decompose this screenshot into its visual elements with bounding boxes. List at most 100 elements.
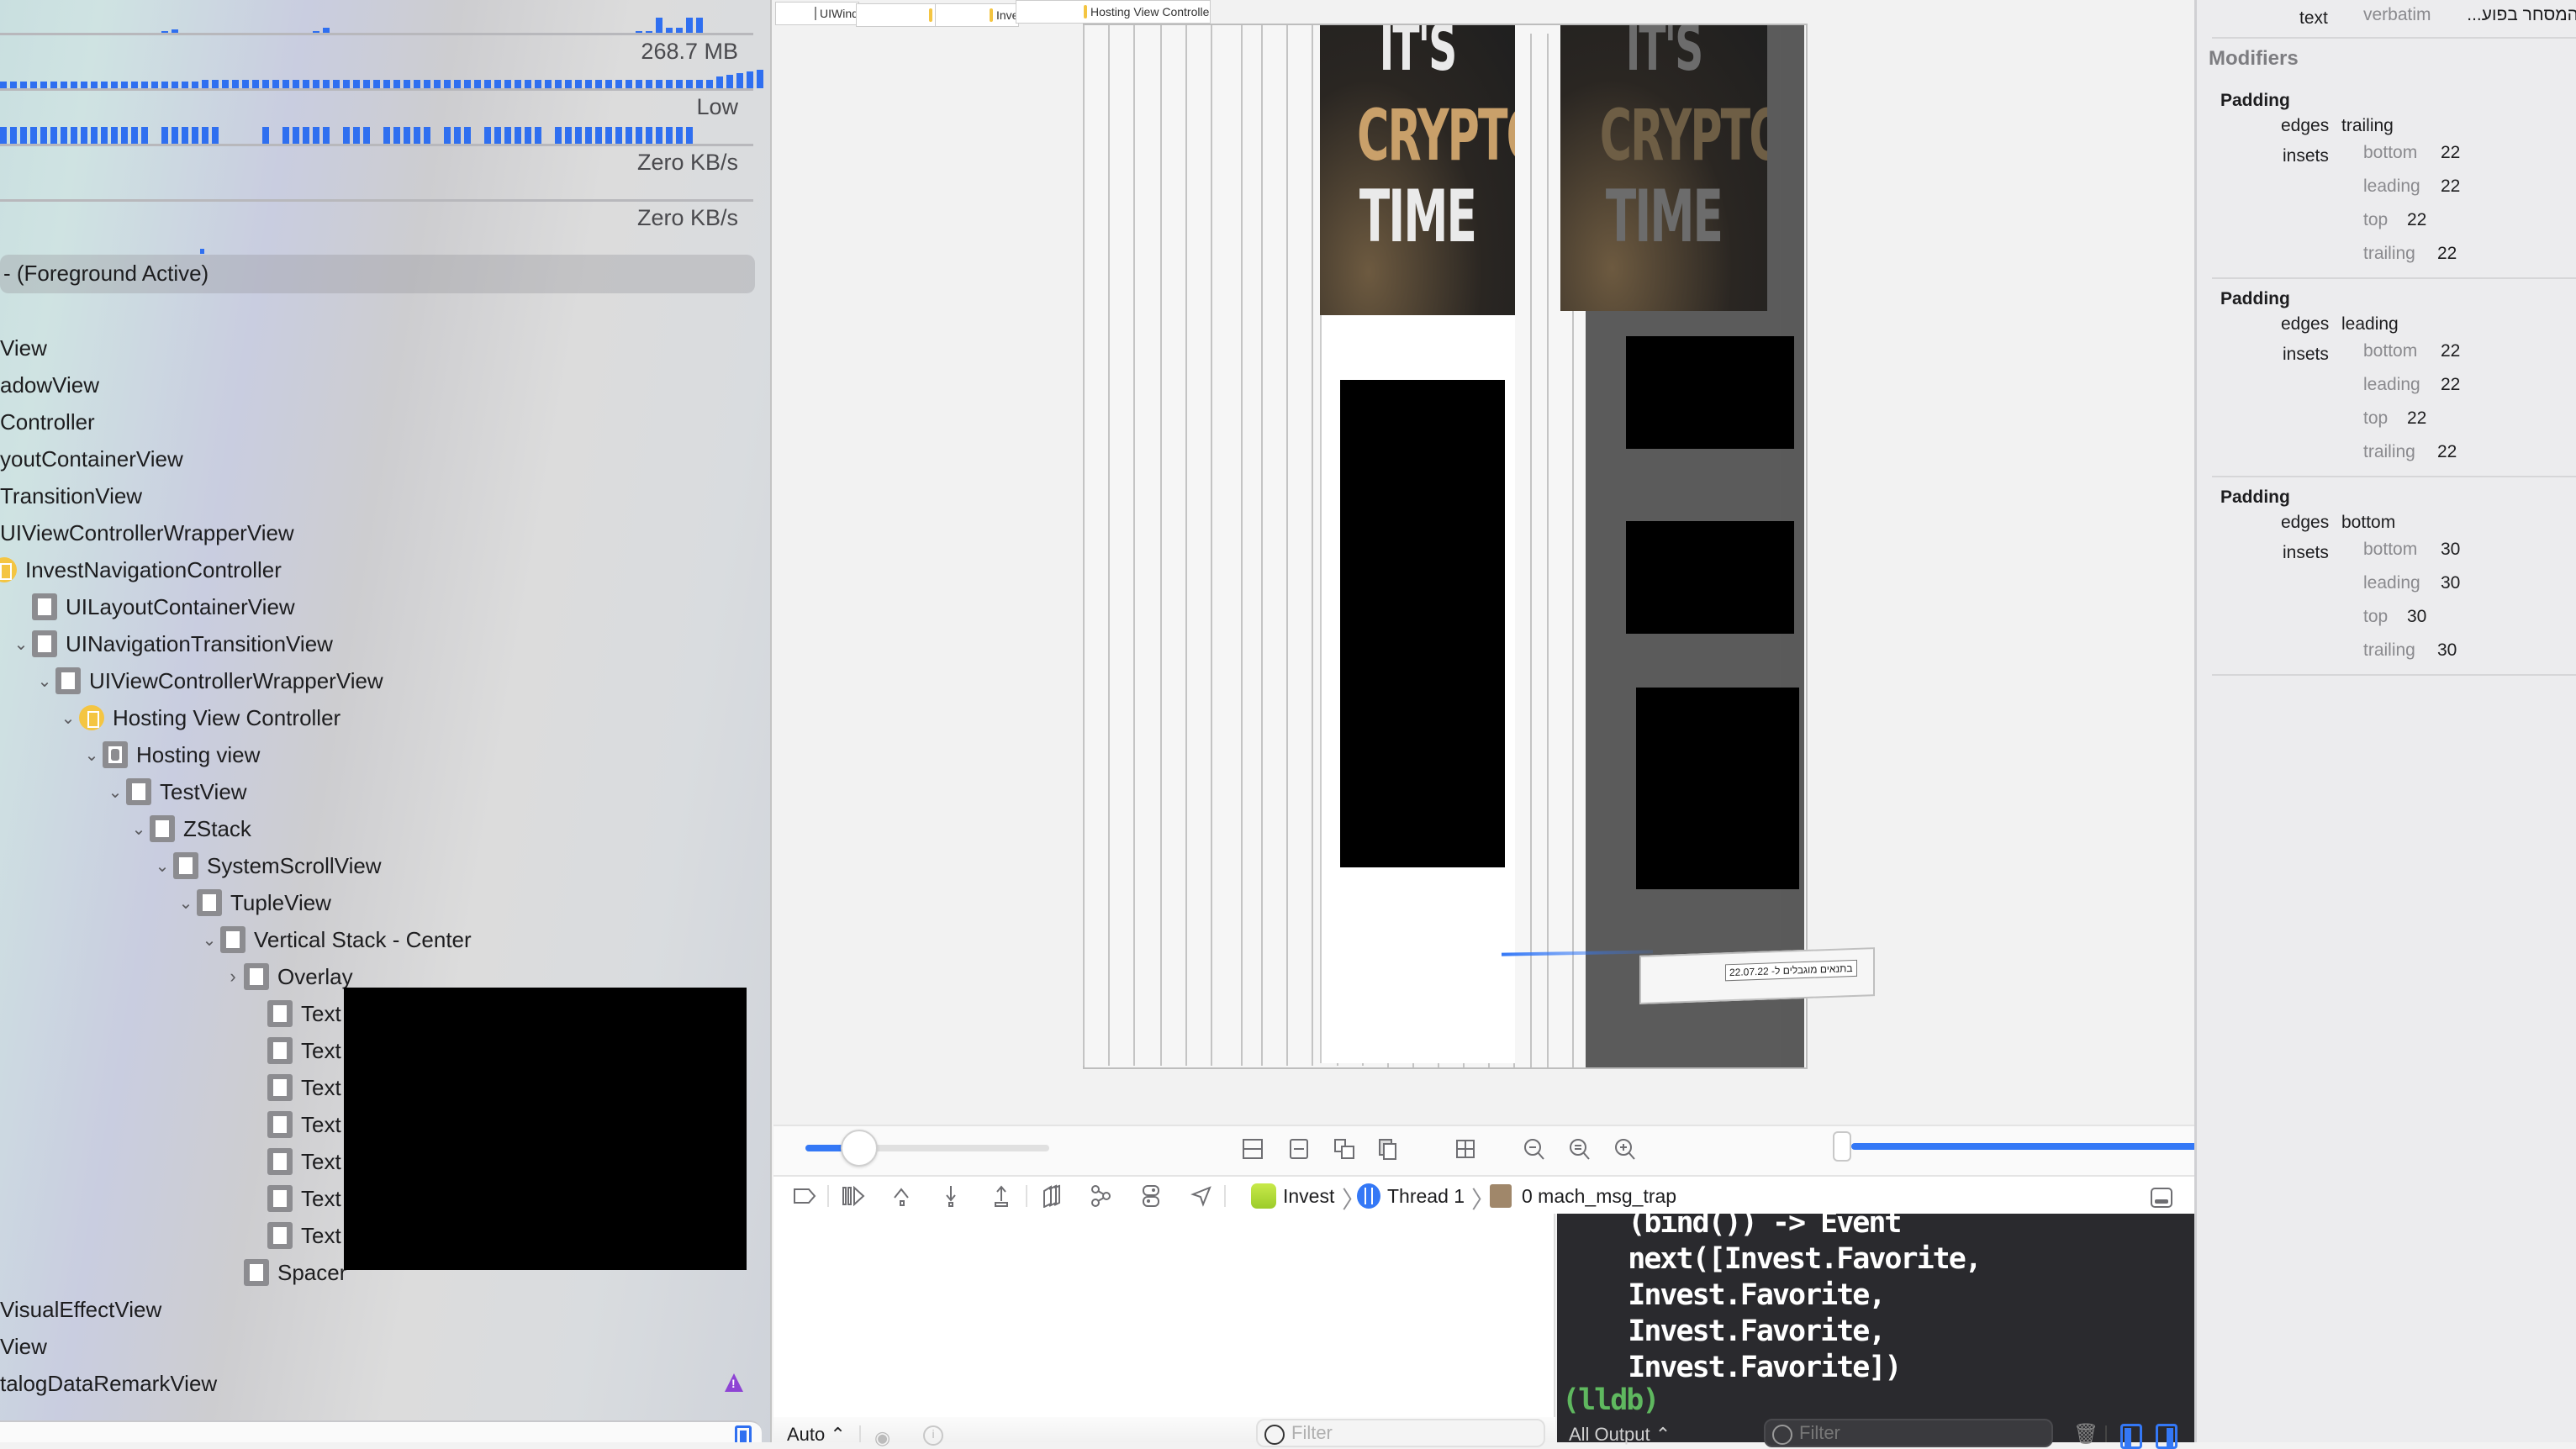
- tree-item[interactable]: TransitionView: [0, 477, 142, 514]
- continue-icon[interactable]: [841, 1183, 866, 1209]
- tree-item[interactable]: View: [0, 1328, 47, 1365]
- views-only-icon[interactable]: [1332, 1136, 1357, 1162]
- toggle-console-icon[interactable]: [2149, 1185, 2174, 1210]
- tree-item[interactable]: Text -: [245, 1106, 355, 1143]
- chevron-down-icon[interactable]: ⌄: [57, 708, 79, 729]
- show-variables-icon[interactable]: [2120, 1424, 2142, 1449]
- chevron-down-icon[interactable]: ⌄: [81, 745, 103, 766]
- tree-item[interactable]: Text -: [245, 995, 355, 1032]
- show-console-icon[interactable]: [2156, 1424, 2177, 1449]
- layer-tag[interactable]: [856, 3, 937, 27]
- tree-item[interactable]: UIViewControllerWrapperView: [0, 514, 294, 551]
- step-over-icon[interactable]: [891, 1183, 916, 1209]
- range-slider-min-handle[interactable]: [1833, 1131, 1851, 1162]
- tree-item[interactable]: ⌄ UIViewControllerWrapperView: [34, 662, 383, 699]
- chevron-down-icon[interactable]: ⌄: [175, 893, 197, 914]
- sparkline-bar: [61, 127, 67, 144]
- tree-item[interactable]: Text -: [245, 1180, 355, 1217]
- step-out-icon[interactable]: [989, 1183, 1014, 1209]
- layer-tag-uiwindow[interactable]: UIWindow: [775, 2, 859, 25]
- warning-icon[interactable]: [725, 1373, 743, 1392]
- trash-icon[interactable]: 🗑: [2073, 1422, 2098, 1446]
- tree-item[interactable]: VisualEffectView: [0, 1291, 161, 1328]
- tree-item[interactable]: Text -: [245, 1217, 355, 1254]
- banner-line-2: CRYPTO: [1599, 94, 1767, 177]
- breadcrumb-frame[interactable]: 0 mach_msg_trap: [1522, 1185, 1676, 1208]
- step-into-icon[interactable]: [938, 1183, 963, 1209]
- gauge-cpu[interactable]: 100%: [0, 0, 753, 35]
- tree-item[interactable]: ⌄ Hosting View Controller: [57, 699, 340, 736]
- chevron-down-icon[interactable]: ⌄: [151, 856, 173, 877]
- zoom-actual-icon[interactable]: [1567, 1136, 1592, 1162]
- banner-image-front[interactable]: IT'S CRYPTO TIME: [1320, 25, 1515, 315]
- eye-icon[interactable]: ◉: [874, 1427, 898, 1448]
- show-constraints-icon[interactable]: [1286, 1136, 1312, 1162]
- sparkline-bar: [454, 80, 461, 88]
- inset-key: trailing: [2363, 640, 2415, 660]
- gauge-network[interactable]: Zero KB/s: [0, 202, 753, 257]
- gauge-memory[interactable]: 268.7 MB: [0, 35, 763, 91]
- tree-item[interactable]: Spacer: [222, 1254, 346, 1291]
- variables-filter-input[interactable]: Filter: [1256, 1419, 1545, 1447]
- tree-item[interactable]: Text -: [245, 1143, 355, 1180]
- selected-text-layer[interactable]: בתנאים מוגבלים ל- 22.07.22: [1639, 947, 1875, 1004]
- chevron-right-icon[interactable]: ›: [222, 966, 244, 988]
- layer-tag-hosting-view-controller[interactable]: Hosting View Controller: [1016, 0, 1211, 24]
- tree-item[interactable]: UILayoutContainerView: [10, 588, 295, 625]
- variables-view[interactable]: [773, 1214, 1555, 1442]
- tree-item[interactable]: View: [0, 329, 47, 366]
- navigator-filter-bar[interactable]: [0, 1420, 762, 1442]
- debug-view-hierarchy-icon[interactable]: [1039, 1183, 1064, 1209]
- tree-item[interactable]: ⌄ ZStack: [128, 810, 251, 847]
- gauge-value: Zero KB/s: [636, 205, 738, 230]
- chevron-down-icon[interactable]: ⌄: [104, 782, 126, 803]
- tree-item[interactable]: Text -: [245, 1069, 355, 1106]
- tree-item[interactable]: InvestNavigationController: [0, 551, 282, 588]
- tree-item[interactable]: ⌄ SystemScrollView: [151, 847, 382, 884]
- inset-value: 30: [2441, 573, 2461, 593]
- variables-scope-selector[interactable]: Auto ⌃: [787, 1424, 846, 1446]
- tree-item[interactable]: ⌄ TestView: [104, 773, 247, 810]
- environment-overrides-icon[interactable]: [1138, 1183, 1164, 1209]
- zoom-out-icon[interactable]: [1522, 1136, 1547, 1162]
- tree-item[interactable]: ⌄ TupleView: [175, 884, 331, 921]
- sparkline-bar: [615, 127, 622, 144]
- spacing-slider-knob[interactable]: [840, 1130, 878, 1167]
- view-debugger-canvas[interactable]: UIWindow Inves Hosting View Controller I…: [773, 0, 2194, 1125]
- orient-icon[interactable]: [1453, 1136, 1478, 1162]
- breakpoints-toggle-icon[interactable]: [792, 1183, 817, 1209]
- layer-tag-invest[interactable]: Inves: [935, 3, 1019, 27]
- tree-item[interactable]: talogDataRemarkView: [0, 1365, 217, 1402]
- breadcrumb-app[interactable]: Invest: [1283, 1185, 1334, 1208]
- chevron-down-icon[interactable]: ⌄: [10, 634, 32, 655]
- console-output-selector[interactable]: All Output ⌃: [1569, 1424, 1671, 1446]
- tree-item[interactable]: ⌄ Vertical Stack - Center: [198, 921, 472, 958]
- layer-tag-label: UIWindow: [820, 7, 858, 20]
- tree-item[interactable]: ⌄ Hosting view: [81, 736, 260, 773]
- console-filter-input[interactable]: Filter: [1764, 1419, 2053, 1447]
- simulate-location-icon[interactable]: [1189, 1183, 1214, 1209]
- process-row[interactable]: - (Foreground Active): [0, 255, 755, 293]
- chevron-down-icon[interactable]: ⌄: [198, 930, 220, 951]
- tree-item[interactable]: youtContainerView: [0, 440, 183, 477]
- console-output[interactable]: (bind()) -> Event next([Invest.Favorite,…: [1557, 1214, 2194, 1442]
- tree-item[interactable]: Text -: [245, 1032, 355, 1069]
- breadcrumb-thread[interactable]: Thread 1: [1387, 1185, 1465, 1208]
- zoom-in-icon[interactable]: [1613, 1136, 1638, 1162]
- chevron-down-icon[interactable]: ⌄: [128, 819, 150, 840]
- tree-item[interactable]: Controller: [0, 403, 95, 440]
- wireframe-icon[interactable]: [1375, 1136, 1401, 1162]
- info-icon[interactable]: i: [923, 1425, 943, 1446]
- chevron-down-icon[interactable]: ⌄: [34, 671, 55, 692]
- filter-mode-icon[interactable]: [735, 1425, 752, 1442]
- clip-content-icon[interactable]: [1240, 1136, 1265, 1162]
- tree-item[interactable]: ⌄ UINavigationTransitionView: [10, 625, 333, 662]
- gauge-disk[interactable]: Zero KB/s: [0, 146, 753, 202]
- sparkline-bar: [424, 80, 430, 88]
- tree-item[interactable]: › Overlay: [222, 958, 353, 995]
- tree-item[interactable]: adowView: [0, 366, 99, 403]
- tree-item-label: adowView: [0, 371, 100, 398]
- gauge-energy[interactable]: Low: [0, 91, 753, 146]
- banner-image-back[interactable]: IT'S CRYPTO TIME: [1560, 25, 1767, 311]
- memory-graph-icon[interactable]: [1088, 1183, 1113, 1209]
